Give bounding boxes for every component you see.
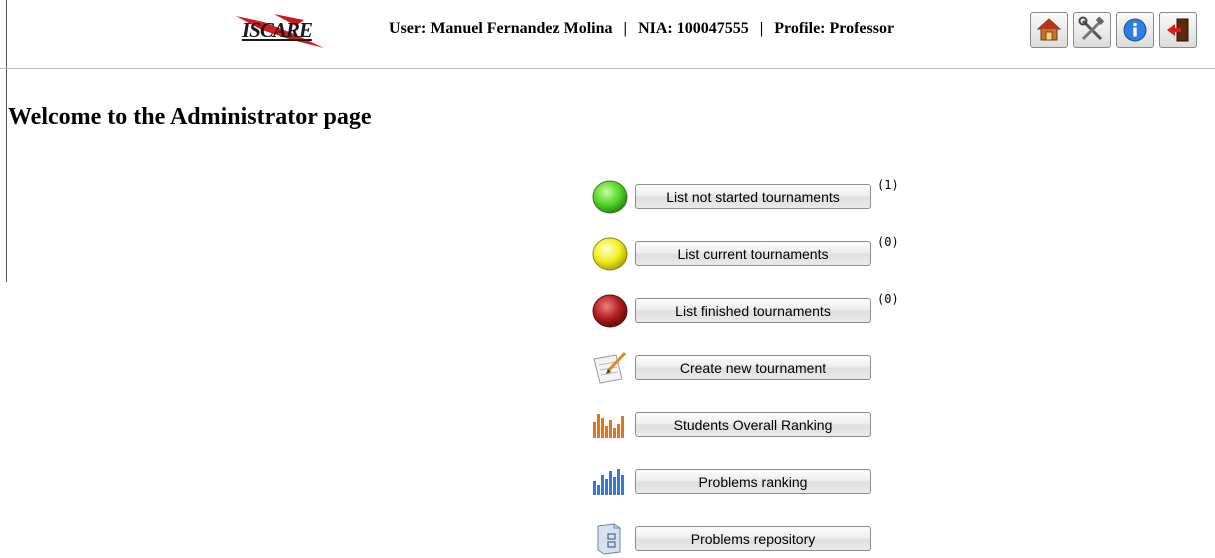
menu-row-students-ranking: Students Overall Ranking xyxy=(590,406,920,444)
green-light-icon xyxy=(592,180,628,214)
list-current-tournaments-button[interactable]: List current tournaments xyxy=(635,241,871,266)
edit-notepad-icon xyxy=(593,351,627,384)
menu-row-problems-ranking: Problems ranking xyxy=(590,463,920,501)
info-button[interactable] xyxy=(1116,12,1154,48)
home-icon xyxy=(1036,18,1062,41)
header-divider xyxy=(0,68,1215,69)
logout-button[interactable] xyxy=(1159,12,1197,48)
create-new-tournament-button[interactable]: Create new tournament xyxy=(635,355,871,380)
profile-label: Profile: Professor xyxy=(774,20,895,37)
nia-label: NIA: 100047555 xyxy=(638,20,749,37)
problems-ranking-button[interactable]: Problems ranking xyxy=(635,469,871,494)
menu-row-repository: Problems repository xyxy=(590,520,920,558)
yellow-light-icon xyxy=(592,237,628,271)
logo-text: ISCARE xyxy=(242,18,313,42)
orange-bar-chart-icon xyxy=(593,414,624,438)
blue-bar-chart-icon xyxy=(593,469,624,495)
app-logo[interactable]: ISCARE xyxy=(234,12,334,52)
menu-row-current: List current tournaments (0) xyxy=(590,235,920,273)
page-title: Welcome to the Administrator page xyxy=(8,104,372,130)
menu-row-create: Create new tournament xyxy=(590,349,920,387)
red-light-icon xyxy=(592,294,628,328)
list-finished-tournaments-button[interactable]: List finished tournaments xyxy=(635,298,871,323)
separator: | xyxy=(623,20,628,37)
not-started-count: (1) xyxy=(877,178,899,192)
header-bar: ISCARE User: Manuel Fernandez Molina | NIA… xyxy=(0,0,1215,68)
problems-repository-button[interactable]: Problems repository xyxy=(635,526,871,551)
tools-icon xyxy=(1078,16,1105,41)
user-name-label: User: Manuel Fernandez Molina xyxy=(389,20,613,37)
menu-row-finished: List finished tournaments (0) xyxy=(590,292,920,330)
home-button[interactable] xyxy=(1030,12,1068,48)
separator: | xyxy=(759,20,764,37)
students-overall-ranking-button[interactable]: Students Overall Ranking xyxy=(635,412,871,437)
repository-icon xyxy=(597,523,621,555)
current-count: (0) xyxy=(877,235,899,249)
info-icon xyxy=(1123,18,1147,42)
list-not-started-tournaments-button[interactable]: List not started tournaments xyxy=(635,184,871,209)
user-info: User: Manuel Fernandez Molina | NIA: 10004… xyxy=(389,20,894,38)
finished-count: (0) xyxy=(877,292,899,306)
logout-icon xyxy=(1167,18,1189,42)
menu-row-not-started: List not started tournaments (1) xyxy=(590,178,920,216)
tools-button[interactable] xyxy=(1073,12,1111,48)
